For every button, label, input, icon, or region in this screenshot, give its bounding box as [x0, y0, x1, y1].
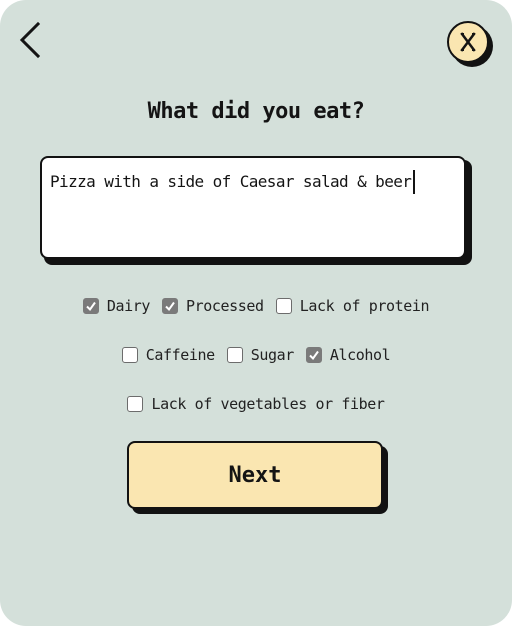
tag-label: Dairy: [106, 297, 151, 315]
tag-label: Processed: [186, 297, 264, 315]
chevron-left-icon: [19, 21, 41, 59]
tag-row-3: Lack of vegetables or fiber: [0, 394, 512, 414]
close-button[interactable]: [446, 20, 494, 68]
checkbox-lack-of-protein[interactable]: [275, 298, 292, 314]
checkbox-dairy[interactable]: [82, 298, 99, 314]
text-caret: [413, 170, 416, 194]
close-icon: [447, 21, 493, 67]
checkmark-icon: [309, 350, 319, 361]
tag-processed[interactable]: Processed: [162, 297, 264, 315]
checkbox-caffeine[interactable]: [121, 347, 138, 363]
checkbox-processed[interactable]: [162, 298, 178, 314]
checkbox-lack-of-vegetables[interactable]: [127, 396, 144, 412]
checkbox-sugar[interactable]: [226, 347, 243, 363]
tag-sugar[interactable]: Sugar: [226, 346, 295, 364]
tag-label: Caffeine: [145, 346, 215, 364]
tag-row-2: Caffeine Sugar Alcohol: [0, 345, 512, 365]
meal-log-panel: What did you eat? Pizza with a side of C…: [0, 0, 512, 626]
tag-caffeine[interactable]: Caffeine: [121, 346, 215, 364]
tag-lack-of-protein[interactable]: Lack of protein: [275, 297, 430, 315]
tag-label: Alcohol: [329, 346, 391, 364]
checkmark-icon: [86, 301, 96, 312]
back-button[interactable]: [14, 20, 50, 62]
checkbox-alcohol[interactable]: [305, 347, 322, 363]
food-input[interactable]: Pizza with a side of Caesar salad & beer: [40, 156, 466, 259]
tag-label: Sugar: [250, 346, 295, 364]
page-title: What did you eat?: [147, 99, 365, 124]
tag-label: Lack of vegetables or fiber: [151, 395, 385, 413]
checkmark-icon: [165, 301, 175, 312]
tag-label: Lack of protein: [299, 297, 430, 315]
food-input-value: Pizza with a side of Caesar salad & beer: [50, 172, 412, 191]
tag-dairy[interactable]: Dairy: [82, 297, 151, 315]
tag-row-1: Dairy Processed Lack of protein: [0, 296, 512, 316]
next-button[interactable]: Next: [127, 441, 383, 509]
tag-lack-of-vegetables[interactable]: Lack of vegetables or fiber: [127, 395, 385, 413]
tag-alcohol[interactable]: Alcohol: [305, 346, 391, 364]
